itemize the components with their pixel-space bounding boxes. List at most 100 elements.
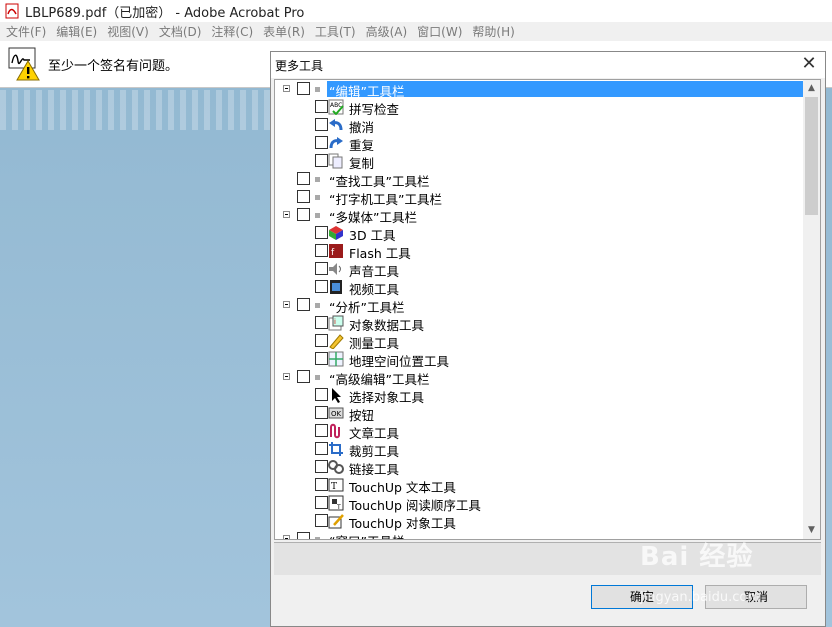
tool-row[interactable]: 文章工具 — [275, 422, 805, 441]
menu-item-7[interactable]: 高级(A) — [366, 23, 408, 40]
touchup-object-icon — [328, 513, 344, 529]
tool-row[interactable]: 测量工具 — [275, 332, 805, 351]
toolbar-group-row[interactable]: “编辑”工具栏 — [275, 80, 805, 99]
tool-row[interactable]: 重复 — [275, 134, 805, 153]
signature-warning-icon — [8, 47, 40, 81]
group-checkbox[interactable] — [297, 190, 310, 203]
tool-row[interactable]: 链接工具 — [275, 458, 805, 477]
toolbar-group-row[interactable]: “查找工具”工具栏 — [275, 170, 805, 189]
geospatial-icon — [328, 351, 344, 367]
vertical-scrollbar[interactable]: ▲ ▼ — [803, 80, 820, 539]
toolbar-group-row[interactable]: “打字机工具”工具栏 — [275, 188, 805, 207]
svg-text:T: T — [336, 504, 341, 511]
tool-checkbox[interactable] — [315, 154, 328, 167]
group-checkbox[interactable] — [297, 370, 310, 383]
collapse-toggle-icon[interactable] — [283, 211, 290, 218]
redo-icon — [328, 135, 344, 151]
svg-text:T: T — [331, 482, 337, 492]
3d-icon — [328, 225, 344, 241]
tool-checkbox[interactable] — [315, 262, 328, 275]
watermark-url: jingyan.baidu.com — [640, 590, 760, 605]
collapse-toggle-icon[interactable] — [283, 85, 290, 92]
tool-checkbox[interactable] — [315, 352, 328, 365]
group-checkbox[interactable] — [297, 82, 310, 95]
tool-row[interactable]: f Flash 工具 — [275, 242, 805, 261]
tool-checkbox[interactable] — [315, 424, 328, 437]
tool-checkbox[interactable] — [315, 244, 328, 257]
tool-row[interactable]: 视频工具 — [275, 278, 805, 297]
signature-warning-text: 至少一个签名有问题。 — [48, 59, 179, 74]
close-icon[interactable]: ✕ — [799, 54, 819, 74]
tool-checkbox[interactable] — [315, 280, 328, 293]
tool-row[interactable]: OK 按钮 — [275, 404, 805, 423]
link-icon — [328, 459, 344, 475]
scroll-up-icon[interactable]: ▲ — [803, 80, 820, 97]
tool-checkbox[interactable] — [315, 100, 328, 113]
collapse-toggle-icon[interactable] — [283, 301, 290, 308]
toolbar-group-row[interactable]: “分析”工具栏 — [275, 296, 805, 315]
ruler-icon — [328, 333, 344, 350]
sound-icon — [328, 261, 344, 277]
collapse-toggle-icon[interactable] — [283, 373, 290, 380]
tool-checkbox[interactable] — [315, 136, 328, 149]
tool-row[interactable]: T TouchUp 文本工具 — [275, 476, 805, 495]
copy-icon — [328, 153, 344, 169]
tool-row[interactable]: T TouchUp 阅读顺序工具 — [275, 494, 805, 513]
blurred-content — [0, 90, 270, 130]
toolbar-bullet-icon — [315, 537, 320, 539]
tool-row[interactable]: ABC 拼写检查 — [275, 98, 805, 117]
touchup-order-icon: T — [328, 495, 344, 511]
toolbar-bullet-icon — [315, 87, 320, 92]
menu-item-5[interactable]: 表单(R) — [263, 23, 305, 40]
tool-checkbox[interactable] — [315, 334, 328, 347]
window-titlebar: LBLP689.pdf（已加密） - Adobe Acrobat Pro — [0, 0, 832, 22]
toolbar-bullet-icon — [315, 303, 320, 308]
group-checkbox[interactable] — [297, 208, 310, 221]
flash-icon: f — [328, 243, 344, 259]
tool-row[interactable]: 裁剪工具 — [275, 440, 805, 459]
tool-checkbox[interactable] — [315, 442, 328, 455]
menu-item-0[interactable]: 文件(F) — [6, 23, 46, 40]
scroll-down-icon[interactable]: ▼ — [803, 522, 820, 539]
menu-item-6[interactable]: 工具(T) — [315, 23, 356, 40]
svg-text:OK: OK — [331, 410, 342, 418]
menu-item-9[interactable]: 帮助(H) — [472, 23, 514, 40]
tool-row[interactable]: 撤消 — [275, 116, 805, 135]
tool-checkbox[interactable] — [315, 118, 328, 131]
toolbar-group-row[interactable]: “高级编辑”工具栏 — [275, 368, 805, 387]
window-title: LBLP689.pdf（已加密） - Adobe Acrobat Pro — [25, 5, 305, 21]
tool-checkbox[interactable] — [315, 478, 328, 491]
menu-item-2[interactable]: 视图(V) — [107, 23, 149, 40]
tools-tree-list[interactable]: “编辑”工具栏 ABC 拼写检查 撤消 重复 复制 “查找工具”工具栏 “打字机工具”工具栏 “… — [274, 79, 821, 540]
tool-checkbox[interactable] — [315, 514, 328, 527]
scrollbar-thumb[interactable] — [805, 97, 818, 215]
menu-item-8[interactable]: 窗口(W) — [417, 23, 462, 40]
menu-item-1[interactable]: 编辑(E) — [56, 23, 97, 40]
dialog-title: 更多工具 — [275, 59, 324, 73]
tool-checkbox[interactable] — [315, 316, 328, 329]
tool-checkbox[interactable] — [315, 226, 328, 239]
spellcheck-icon: ABC — [328, 99, 344, 116]
tool-row[interactable]: 复制 — [275, 152, 805, 171]
tool-row[interactable]: 选择对象工具 — [275, 386, 805, 405]
tool-row[interactable]: 声音工具 — [275, 260, 805, 279]
tool-checkbox[interactable] — [315, 496, 328, 509]
toolbar-bullet-icon — [315, 177, 320, 182]
menu-item-3[interactable]: 文档(D) — [159, 23, 202, 40]
collapse-toggle-icon[interactable] — [283, 535, 290, 539]
group-checkbox[interactable] — [297, 532, 310, 539]
tool-row[interactable]: 3D 工具 — [275, 224, 805, 243]
tool-row[interactable]: i 对象数据工具 — [275, 314, 805, 333]
ok-button-icon: OK — [328, 405, 344, 421]
tool-row[interactable]: 地理空间位置工具 — [275, 350, 805, 369]
tool-checkbox[interactable] — [315, 460, 328, 473]
tool-checkbox[interactable] — [315, 388, 328, 401]
menu-item-4[interactable]: 注释(C) — [211, 23, 253, 40]
tool-checkbox[interactable] — [315, 406, 328, 419]
group-checkbox[interactable] — [297, 298, 310, 311]
dialog-header: 更多工具 ✕ — [271, 52, 825, 78]
pdf-file-icon — [4, 3, 20, 19]
toolbar-group-row[interactable]: “多媒体”工具栏 — [275, 206, 805, 225]
group-checkbox[interactable] — [297, 172, 310, 185]
tool-row[interactable]: TouchUp 对象工具 — [275, 512, 805, 531]
